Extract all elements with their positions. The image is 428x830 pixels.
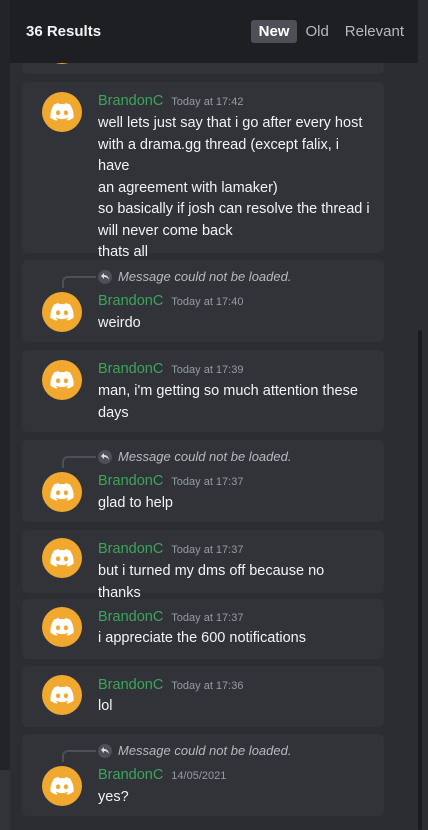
- discord-logo-icon: [50, 371, 74, 389]
- username[interactable]: BrandonC: [98, 541, 163, 557]
- result-card[interactable]: Message could not be loaded. BrandonC Tod…: [22, 260, 384, 342]
- timestamp: Today at 17:40: [171, 296, 244, 308]
- message-line: yes?: [98, 789, 129, 805]
- reply-preview[interactable]: Message could not be loaded.: [98, 449, 291, 464]
- timestamp: Today at 17:37: [171, 544, 244, 556]
- message-line: days: [98, 404, 129, 421]
- username[interactable]: BrandonC: [98, 293, 163, 309]
- reply-spine: [62, 750, 96, 762]
- message-content: i appreciate the 600 notifications: [98, 628, 370, 650]
- message-content: man, i'm getting so much attention these…: [98, 381, 370, 424]
- result-card[interactable]: BrandonC Today at 17:37 i appreciate the …: [22, 599, 384, 659]
- avatar[interactable]: [42, 472, 82, 512]
- left-edge-strip: [0, 0, 10, 830]
- username[interactable]: BrandonC: [98, 767, 163, 783]
- avatar[interactable]: [42, 675, 82, 715]
- avatar[interactable]: [42, 766, 82, 806]
- reply-spine: [62, 276, 96, 288]
- message-content: yes?: [98, 787, 370, 809]
- timestamp: Today at 17:36: [171, 680, 244, 692]
- message-line: but i turned my dms off because no thank…: [98, 563, 325, 601]
- reply-icon: [98, 743, 112, 758]
- reply-text: Message could not be loaded.: [118, 269, 292, 284]
- avatar[interactable]: [42, 92, 82, 132]
- sort-old-button[interactable]: Old: [297, 20, 336, 43]
- timestamp: 14/05/2021: [171, 770, 227, 782]
- message-line: with a drama.gg thread (except falix, i …: [98, 136, 339, 175]
- message-line: glad to help: [98, 495, 173, 511]
- reply-preview[interactable]: Message could not be loaded.: [98, 269, 291, 284]
- avatar[interactable]: [42, 607, 82, 647]
- reply-text: Message could not be loaded.: [118, 743, 292, 758]
- username[interactable]: BrandonC: [98, 609, 163, 625]
- message-content: lol: [98, 696, 370, 718]
- discord-logo-icon: [50, 777, 74, 795]
- avatar[interactable]: [42, 292, 82, 332]
- reply-text: Message could not be loaded.: [118, 449, 292, 464]
- message-line: well lets just say that i go after every…: [98, 115, 363, 131]
- discord-logo-icon: [50, 618, 74, 636]
- reply-icon: [98, 449, 112, 464]
- message-line: lol: [98, 698, 113, 714]
- message-line: man, i'm getting so much attention these: [98, 383, 358, 399]
- message-content: but i turned my dms off because no thank…: [98, 561, 370, 604]
- discord-logo-icon: [50, 483, 74, 501]
- message-content: well lets just say that i go after every…: [98, 113, 370, 264]
- discord-logo-icon: [50, 103, 74, 121]
- username[interactable]: BrandonC: [98, 677, 163, 693]
- sort-new-button[interactable]: New: [250, 20, 298, 43]
- scrollbar[interactable]: [418, 330, 422, 830]
- result-card[interactable]: Message could not be loaded. BrandonC 14/…: [22, 734, 384, 816]
- result-card[interactable]: BrandonC Today at 17:36 lol: [22, 666, 384, 727]
- username[interactable]: BrandonC: [98, 361, 163, 377]
- message-content: weirdo: [98, 313, 370, 335]
- reply-icon: [98, 269, 112, 284]
- timestamp: Today at 17:42: [171, 96, 244, 108]
- timestamp: Today at 17:37: [171, 476, 244, 488]
- sort-relevant-button[interactable]: Relevant: [337, 20, 412, 43]
- discord-logo-icon: [50, 549, 74, 567]
- reply-preview[interactable]: Message could not be loaded.: [98, 743, 291, 758]
- result-card[interactable]: BrandonC Today at 17:37 but i turned my d…: [22, 530, 384, 601]
- message-line: will never come back: [98, 222, 233, 239]
- avatar[interactable]: [42, 360, 82, 400]
- message-line: weirdo: [98, 315, 141, 331]
- results-count: 36 Results: [26, 23, 102, 40]
- left-edge-notch: [0, 770, 10, 830]
- message-content: glad to help: [98, 493, 370, 515]
- reply-spine: [62, 456, 96, 468]
- username[interactable]: BrandonC: [98, 473, 163, 489]
- discord-logo-icon: [50, 303, 74, 321]
- sort-tabs: New Old Relevant: [250, 20, 412, 43]
- discord-logo-icon: [50, 686, 74, 704]
- message-line: i appreciate the 600 notifications: [98, 630, 306, 646]
- result-card[interactable]: Message could not be loaded. BrandonC Tod…: [22, 440, 384, 522]
- timestamp: Today at 17:37: [171, 612, 244, 624]
- result-card[interactable]: BrandonC Today at 17:39 man, i'm getting …: [22, 350, 384, 432]
- results-header: 36 Results New Old Relevant: [10, 0, 418, 63]
- username[interactable]: BrandonC: [98, 93, 163, 109]
- timestamp: Today at 17:39: [171, 364, 244, 376]
- avatar[interactable]: [42, 538, 82, 578]
- message-line: so basically if josh can resolve the thr…: [98, 201, 370, 217]
- message-line: an agreement with lamaker): [98, 179, 278, 196]
- result-card[interactable]: BrandonC Today at 17:42 well lets just sa…: [22, 82, 384, 260]
